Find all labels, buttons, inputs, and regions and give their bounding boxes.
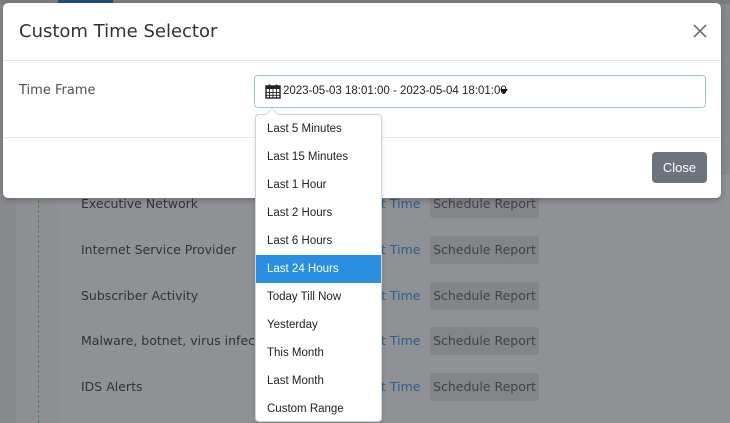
modal-title: Custom Time Selector [19,21,218,42]
range-option-last-2-hours[interactable]: Last 2 Hours [256,199,381,227]
caret-down-icon [500,89,508,94]
range-option-last-1-hour[interactable]: Last 1 Hour [256,171,381,199]
timeline-line [38,195,39,423]
report-name: Internet Service Provider [81,242,237,257]
report-name: Malware, botnet, virus infection [81,333,279,348]
report-name: IDS Alerts [81,379,143,394]
report-time-link[interactable]: t Time [381,227,420,273]
calendar-icon [265,84,281,99]
close-button[interactable]: Close [652,152,707,183]
schedule-report-button[interactable]: Schedule Report [430,373,539,401]
time-frame-label: Time Frame [19,83,96,98]
report-time-link[interactable]: t Time [381,318,420,364]
range-option-yesterday[interactable]: Yesterday [256,311,381,339]
schedule-report-button[interactable]: Schedule Report [430,282,539,310]
range-option-last-15-minutes[interactable]: Last 15 Minutes [256,143,381,171]
range-option-this-month[interactable]: This Month [256,339,381,367]
range-option-last-5-minutes[interactable]: Last 5 Minutes [256,115,381,143]
range-option-last-24-hours[interactable]: Last 24 Hours [256,255,381,283]
report-name: Subscriber Activity [81,288,199,303]
close-x-icon[interactable] [691,22,709,40]
report-time-link[interactable]: t Time [381,364,420,410]
close-x-icon-graphic [693,24,707,38]
range-option-last-month[interactable]: Last Month [256,367,381,395]
schedule-report-button[interactable]: Schedule Report [430,236,539,264]
report-time-link[interactable]: t Time [381,273,420,319]
report-row: Subscriber Activity t Time Schedule Repo… [58,273,730,319]
time-range-dropdown: Last 5 Minutes Last 15 Minutes Last 1 Ho… [255,108,382,423]
report-row: Malware, botnet, virus infection t Time … [58,318,730,364]
report-row: IDS Alerts t Time Schedule Report [58,364,730,410]
range-option-last-6-hours[interactable]: Last 6 Hours [256,227,381,255]
report-list: Executive Network t Time Schedule Report… [58,175,730,423]
range-option-custom-range[interactable]: Custom Range [256,395,381,423]
report-row: Internet Service Provider t Time Schedul… [58,227,730,273]
date-range-picker[interactable]: 2023-05-03 18:01:00 - 2023-05-04 18:01:0… [254,75,706,108]
range-option-today-till-now[interactable]: Today Till Now [256,283,381,311]
schedule-report-button[interactable]: Schedule Report [430,327,539,355]
modal-header: Custom Time Selector [3,3,721,61]
date-range-value: 2023-05-03 18:01:00 - 2023-05-04 18:01:0… [283,85,507,97]
